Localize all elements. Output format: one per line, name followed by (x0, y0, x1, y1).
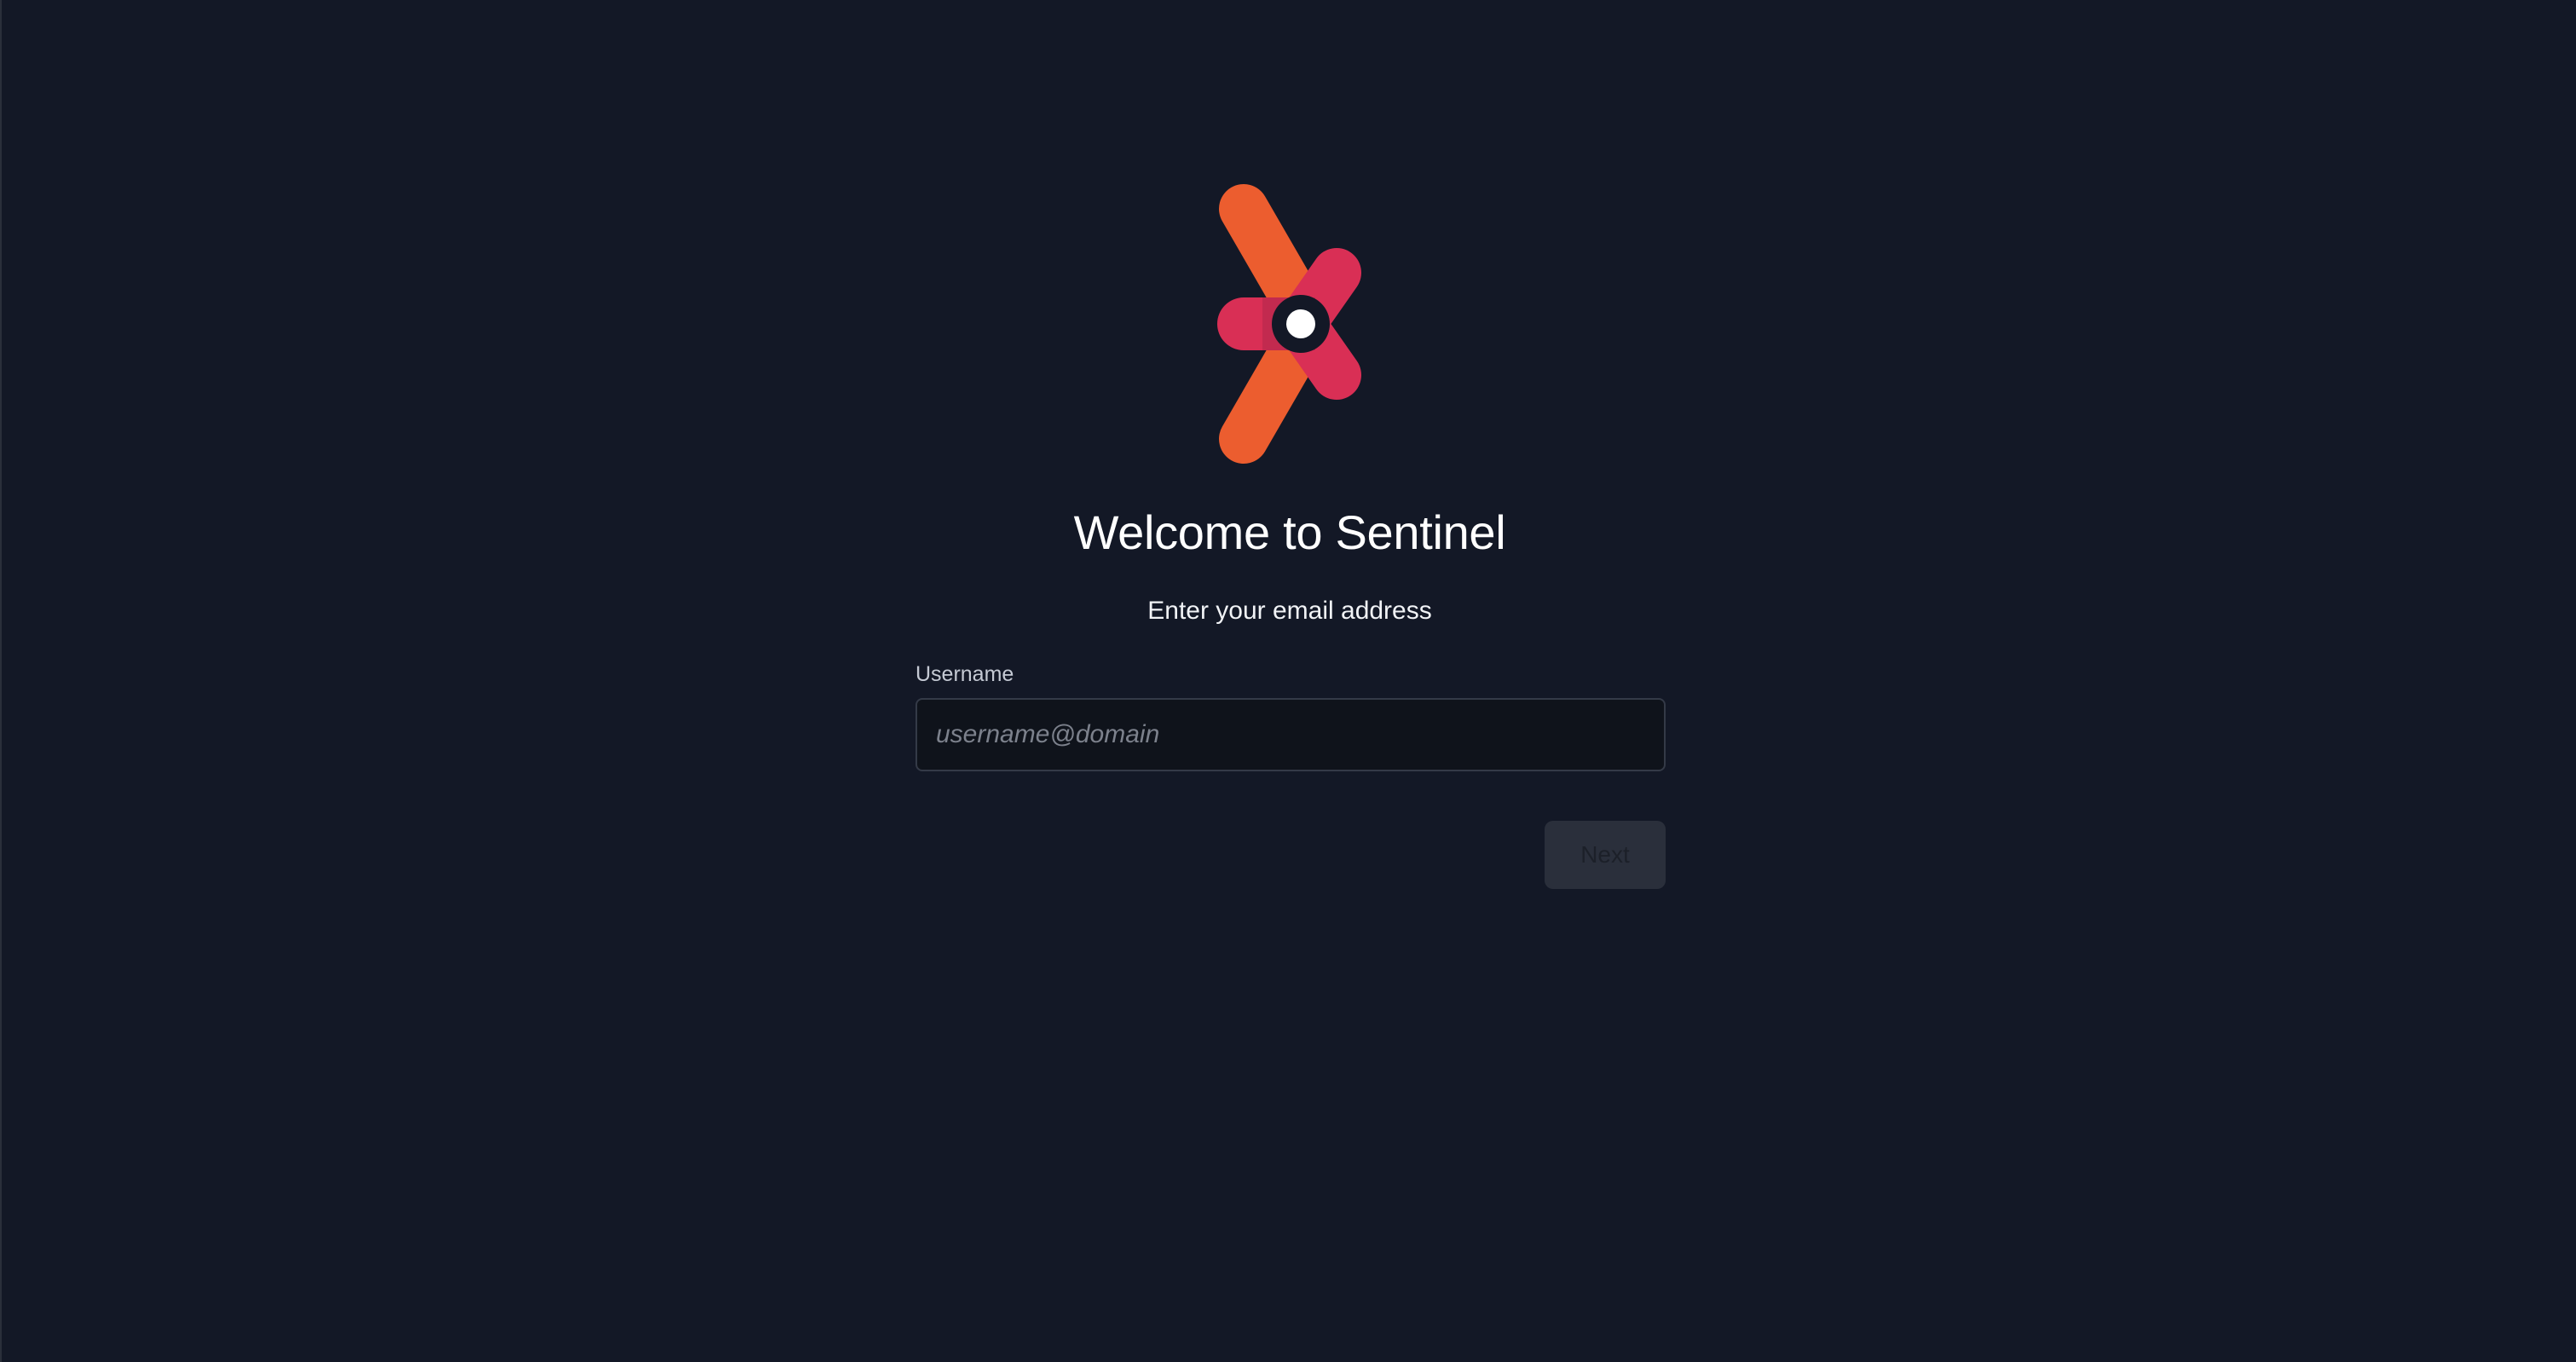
sentinel-logo-icon (1217, 184, 1361, 464)
login-page: Welcome to Sentinel Enter your email add… (0, 0, 2576, 1362)
page-title: Welcome to Sentinel (1073, 505, 1506, 559)
next-button[interactable]: Next (1545, 821, 1666, 889)
username-input[interactable] (915, 698, 1666, 771)
page-subtitle: Enter your email address (1147, 597, 1432, 625)
username-label: Username (915, 662, 1014, 686)
